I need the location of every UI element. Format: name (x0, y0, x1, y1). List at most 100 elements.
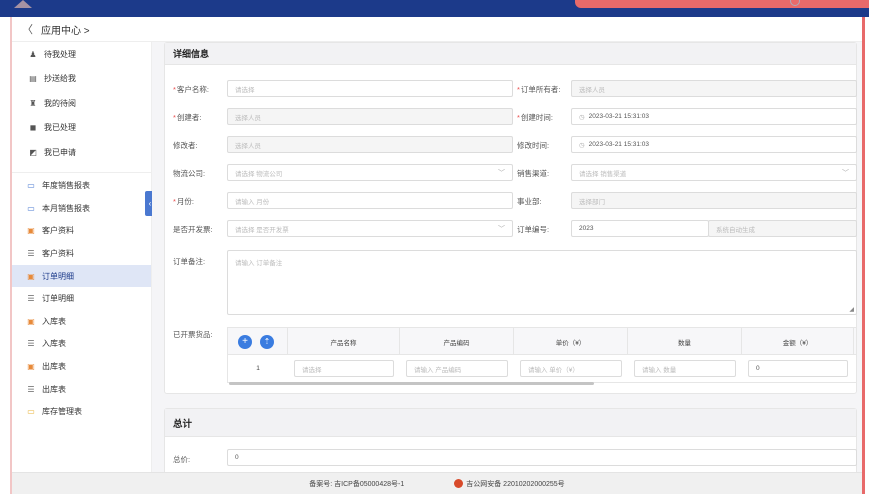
customer-name-select[interactable]: 请选择 (227, 80, 513, 97)
logistics-select[interactable]: 请选择 物流公司 ﹀ (227, 164, 513, 181)
total-card-title: 总计 (165, 409, 856, 437)
unit-price-input[interactable]: 请输入 单价（¥） (520, 360, 622, 377)
creator-select[interactable]: 选择人员 (227, 108, 513, 125)
product-select[interactable]: 请选择 (294, 360, 394, 377)
sidebar-item-label: 订单明细 (42, 271, 74, 281)
total-price-label: 总价: (173, 455, 191, 464)
column-header: 单价（¥） (514, 328, 628, 355)
sidebar-item-label: 我的待阅 (44, 98, 76, 108)
chevron-down-icon: ﹀ (498, 225, 505, 233)
column-header: 产品编码 (400, 328, 514, 355)
resize-handle-icon[interactable]: ◢ (849, 306, 854, 313)
month-input[interactable]: 请输入 月份 (227, 192, 513, 209)
sidebar-item-outbound-form[interactable]: ▣ 出库表 (12, 355, 151, 378)
department-label: 事业部: (517, 197, 542, 206)
column-header: 数量 (628, 328, 742, 355)
modifier-select[interactable]: 选择人员 (227, 136, 513, 153)
order-owner-label: *订单所有者: (517, 85, 561, 94)
sidebar-item-pending[interactable]: ♟ 待我处理 (12, 42, 151, 67)
detail-card-title: 详细信息 (165, 43, 856, 65)
created-time-picker[interactable]: ◷ 2023-03-21 15:31:03 (571, 108, 857, 125)
report-icon: ▭ (27, 181, 35, 191)
detail-card: 详细信息 *客户名称: 请选择 *订单所有者: 选择人员 *创建者: 选择人员 … (164, 42, 857, 394)
sidebar-item-inbound-form[interactable]: ▣ 入库表 (12, 310, 151, 333)
column-header: 金额（¥） (742, 328, 854, 355)
total-card: 总计 总价: 0 (164, 408, 857, 478)
invoiced-goods-label: 已开票货品: (173, 330, 213, 339)
total-price-input: 0 (227, 449, 857, 466)
list-icon: ☰ (27, 384, 35, 394)
sidebar-item-cc[interactable]: ▤ 抄送给我 (12, 67, 151, 92)
sidebar-item-outbound-list[interactable]: ☰ 出库表 (12, 378, 151, 401)
sidebar-item-label: 客户资料 (42, 249, 74, 259)
creator-label: *创建者: (173, 113, 202, 122)
logo (14, 0, 32, 8)
list-icon: ☰ (27, 294, 35, 304)
quantity-input[interactable]: 请输入 数量 (634, 360, 736, 377)
logistics-label: 物流公司: (173, 169, 206, 178)
sidebar-item-monthly-sales[interactable]: ▭ 本月销售报表 (12, 197, 151, 220)
row-index: 1 (256, 365, 260, 372)
sidebar-item-annual-sales[interactable]: ▭ 年度销售报表 (12, 175, 151, 198)
add-row-button[interactable]: + (238, 335, 252, 349)
sidebar: ♟ 待我处理 ▤ 抄送给我 ♜ 我的待阅 ◼ 我已处理 ◩ 我已申请 ▭ 年度销… (12, 42, 152, 472)
chevron-down-icon: ﹀ (498, 169, 505, 177)
sidebar-item-customer-list[interactable]: ☰ 客户资料 (12, 242, 151, 265)
order-owner-select[interactable]: 选择人员 (571, 80, 857, 97)
table-actions-header: + ⇡ (228, 328, 288, 355)
upload-button[interactable]: ⇡ (260, 335, 274, 349)
police-record-link[interactable]: 吉公网安备 22010202000255号 (454, 479, 565, 489)
sidebar-item-processed[interactable]: ◼ 我已处理 (12, 116, 151, 141)
sidebar-divider (12, 165, 151, 173)
sidebar-item-label: 出库表 (42, 384, 66, 394)
sidebar-item-label: 我已处理 (44, 123, 76, 133)
created-time-label: *创建时间: (517, 113, 554, 122)
doc-icon: ▣ (27, 316, 35, 326)
created-time-value: 2023-03-21 15:31:03 (588, 113, 650, 120)
icp-record-link[interactable]: 备案号: 吉ICP备05000428号-1 (309, 479, 404, 489)
breadcrumb-app-center[interactable]: 应用中心 > (41, 22, 90, 37)
main-content: 详细信息 *客户名称: 请选择 *订单所有者: 选择人员 *创建者: 选择人员 … (152, 42, 862, 478)
remark-label: 订单备注: (173, 257, 206, 266)
sidebar-item-label: 出库表 (42, 362, 66, 372)
doc-icon: ▣ (27, 226, 35, 236)
sidebar-item-inventory[interactable]: ▭ 库存管理表 (12, 400, 151, 423)
top-accent-shape (575, 0, 869, 8)
sidebar-item-label: 库存管理表 (42, 407, 82, 417)
modified-time-label: 修改时间: (517, 141, 550, 150)
remark-textarea[interactable]: 请输入 订单备注 ◢ (227, 250, 857, 315)
top-bar (0, 0, 869, 17)
invoice-select[interactable]: 请选择 是否开发票 ﹀ (227, 220, 513, 237)
police-badge-icon (454, 479, 464, 488)
channel-select[interactable]: 请选择 销售渠道 ﹀ (571, 164, 857, 181)
sidebar-item-to-read[interactable]: ♜ 我的待阅 (12, 91, 151, 116)
department-select[interactable]: 选择部门 (571, 192, 857, 209)
sidebar-item-customer-form[interactable]: ▣ 客户资料 (12, 220, 151, 243)
back-icon[interactable]: 〈 (22, 21, 33, 37)
sidebar-item-inbound-list[interactable]: ☰ 入库表 (12, 333, 151, 356)
month-label: *月份: (173, 197, 195, 206)
table-row: 1 请选择 请输入 产品编码 请输入 单价（¥） 请输入 数量 0 (228, 355, 856, 382)
product-code-input[interactable]: 请输入 产品编码 (406, 360, 508, 377)
order-no-input[interactable]: 2023 (571, 220, 709, 237)
sidebar-item-label: 本月销售报表 (42, 203, 90, 213)
sidebar-item-order-detail-form[interactable]: ▣ 订单明细 (12, 264, 151, 288)
list-icon: ☰ (27, 339, 35, 349)
table-horizontal-scrollbar[interactable] (229, 382, 594, 385)
police-record-text: 吉公网安备 22010202000255号 (466, 480, 565, 488)
sidebar-item-applied[interactable]: ◩ 我已申请 (12, 140, 151, 165)
order-no-label: 订单编号: (517, 225, 550, 234)
sidebar-item-label: 我已申请 (44, 147, 76, 157)
logistics-placeholder: 请选择 物流公司 (235, 170, 283, 178)
report-icon: ▭ (27, 407, 35, 417)
doc-icon: ▣ (27, 362, 35, 372)
clock-icon: ◷ (579, 141, 585, 149)
report-icon: ▭ (27, 203, 35, 213)
sidebar-item-order-detail-list[interactable]: ☰ 订单明细 (12, 287, 151, 310)
channel-placeholder: 请选择 销售渠道 (579, 170, 627, 178)
column-header: 产品名称 (288, 328, 400, 355)
sidebar-item-label: 抄送给我 (44, 74, 76, 84)
reader-icon: ♜ (29, 98, 37, 108)
clock-icon: ◷ (579, 113, 585, 121)
modified-time-picker[interactable]: ◷ 2023-03-21 15:31:03 (571, 136, 857, 153)
